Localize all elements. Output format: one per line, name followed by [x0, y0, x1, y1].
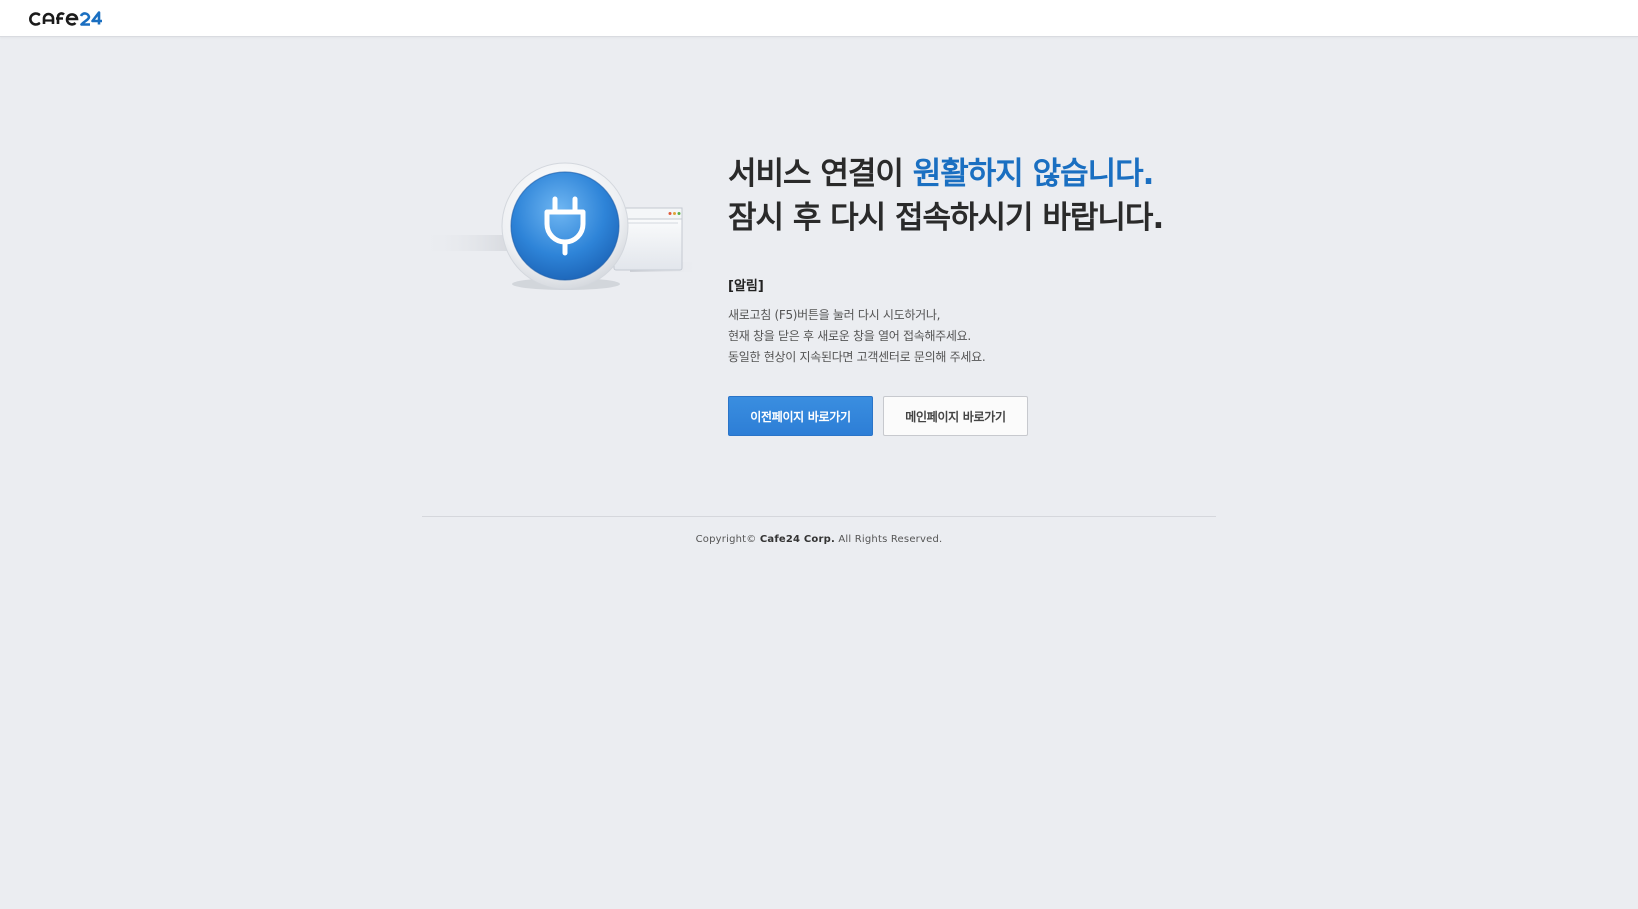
top-bar: [0, 0, 1638, 37]
notice-title: [알림]: [728, 279, 764, 294]
notice-box: [알림] 새로고침 (F5)버튼을 눌러 다시 시도하거나, 현재 창을 닫은 …: [728, 278, 1248, 368]
page-headline: 서비스 연결이 원활하지 않습니다. 잠시 후 다시 접속하시기 바랍니다.: [728, 152, 1288, 240]
cafe24-logo[interactable]: [29, 6, 125, 30]
main-page-button[interactable]: 메인페이지 바로가기: [883, 396, 1028, 436]
notice-line: 동일한 현상이 지속된다면 고객센터로 문의해 주세요.: [728, 350, 986, 364]
copyright-text: Copyright© Cafe24 Corp. All Rights Reser…: [422, 534, 1216, 545]
plug-icon: [420, 162, 700, 290]
headline-line-1: 서비스 연결이 원활하지 않습니다.: [728, 152, 1288, 196]
headline-accent-text: 원활하지 않습니다.: [912, 156, 1155, 192]
headline-line-2: 잠시 후 다시 접속하시기 바랍니다.: [728, 200, 1164, 236]
notice-line: 현재 창을 닫은 후 새로운 창을 열어 접속해주세요.: [728, 329, 971, 343]
copyright-prefix: Copyright©: [695, 534, 760, 545]
disconnected-illustration: [420, 150, 710, 300]
action-buttons: 이전페이지 바로가기 메인페이지 바로가기: [728, 396, 1028, 436]
copyright-suffix: All Rights Reserved.: [834, 534, 943, 545]
headline-text: 서비스 연결이: [728, 156, 913, 192]
footer-divider: [422, 516, 1216, 517]
cafe24-logo-icon: [29, 11, 102, 26]
copyright-company: Cafe24 Corp.: [759, 534, 835, 545]
notice-line: 새로고침 (F5)버튼을 눌러 다시 시도하거나,: [728, 308, 941, 322]
previous-page-button[interactable]: 이전페이지 바로가기: [728, 396, 873, 436]
